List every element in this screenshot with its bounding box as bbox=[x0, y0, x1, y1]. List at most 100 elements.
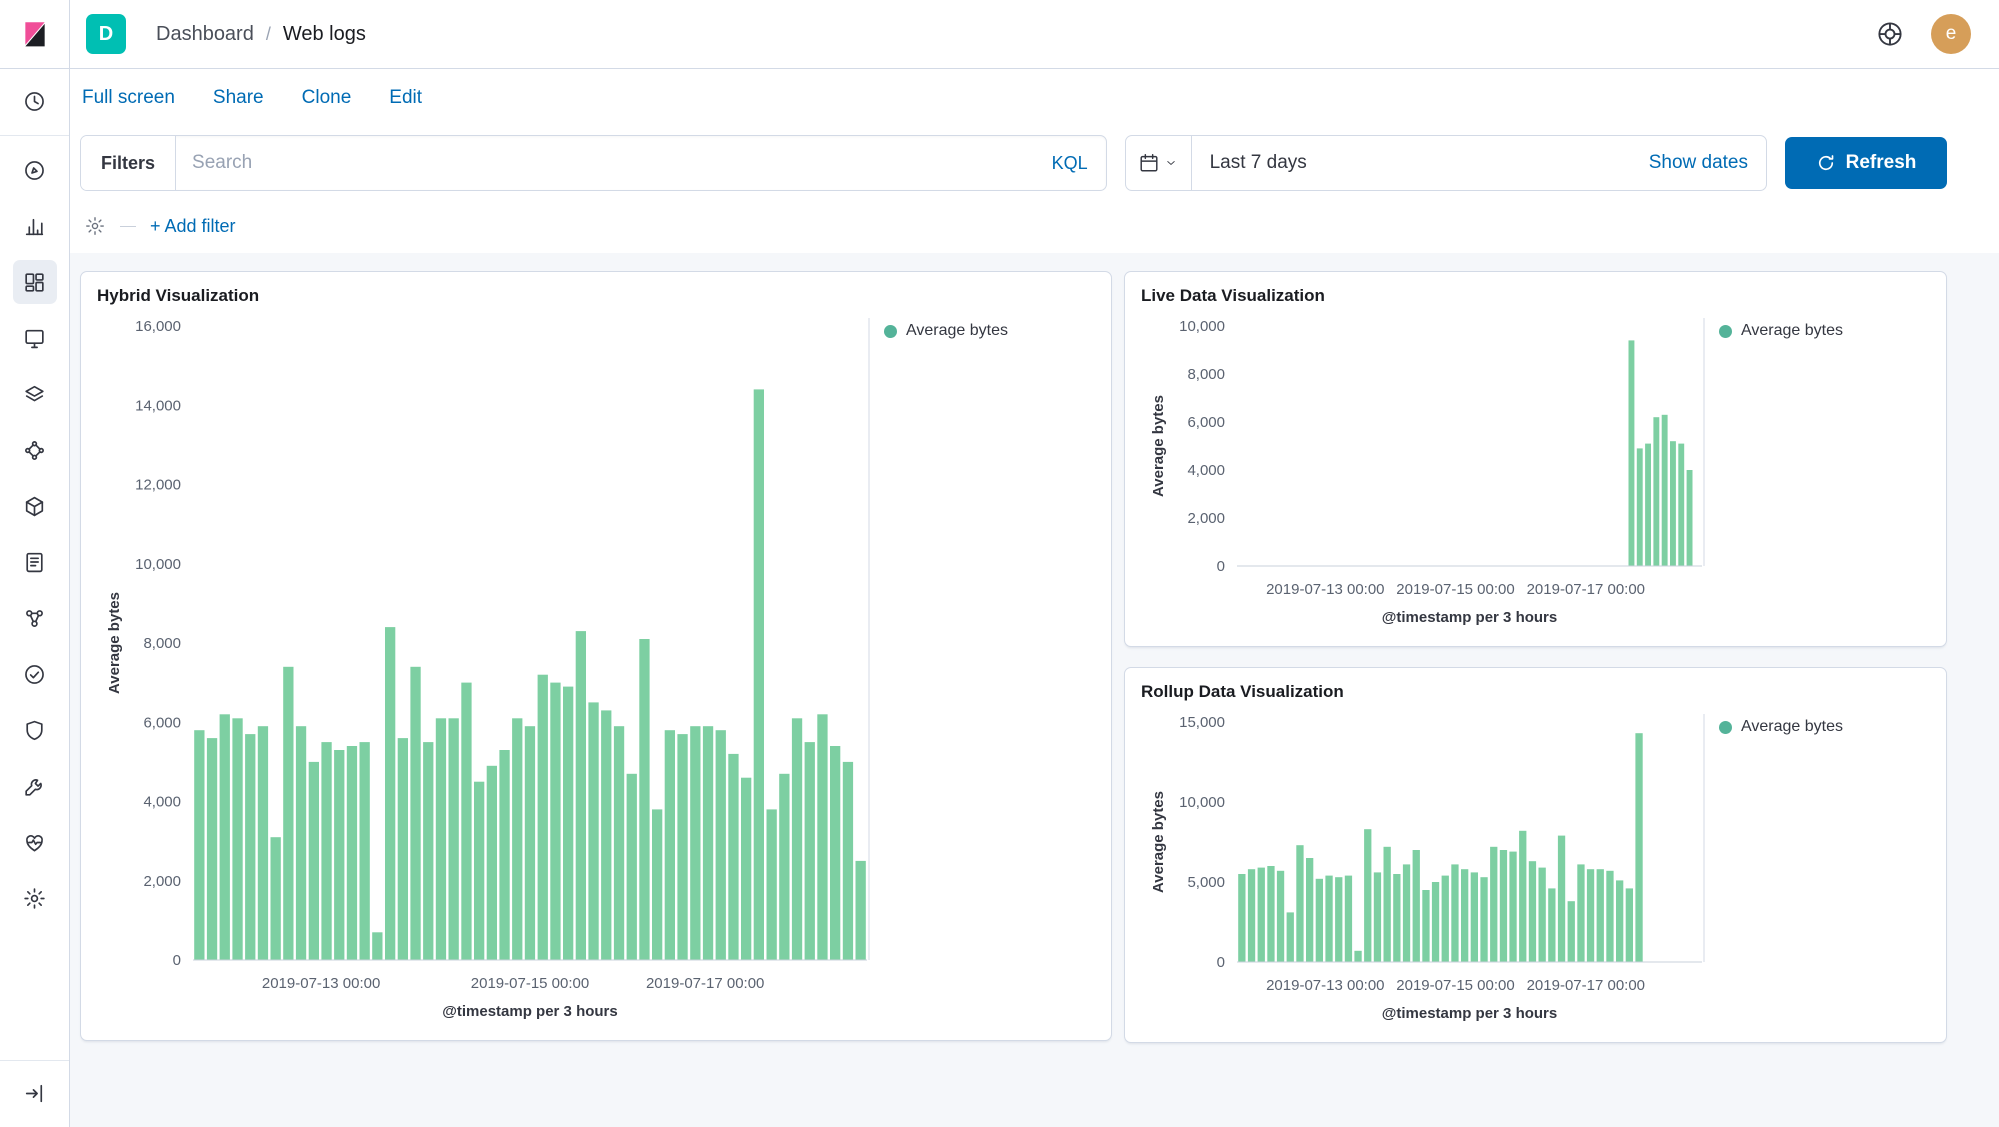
chart-legend[interactable]: Average bytes bbox=[1705, 310, 1930, 632]
svg-text:6,000: 6,000 bbox=[1187, 414, 1225, 431]
sidebar-item-visualize[interactable] bbox=[13, 204, 57, 248]
filter-gear-icon bbox=[84, 215, 106, 237]
add-filter-link[interactable]: + Add filter bbox=[150, 216, 236, 237]
svg-text:2019-07-15 00:00: 2019-07-15 00:00 bbox=[471, 975, 589, 992]
sidebar-item-maps[interactable] bbox=[13, 372, 57, 416]
svg-text:2,000: 2,000 bbox=[143, 873, 181, 890]
panel-title[interactable]: Live Data Visualization bbox=[1141, 286, 1930, 306]
svg-text:8,000: 8,000 bbox=[143, 635, 181, 652]
collapse-menu-button[interactable] bbox=[13, 1071, 57, 1115]
clock-icon bbox=[22, 89, 47, 114]
svg-text:10,000: 10,000 bbox=[1179, 794, 1225, 811]
right-panel-column: Live Data Visualization 02,0004,0006,000… bbox=[1124, 271, 1947, 1043]
kql-button[interactable]: KQL bbox=[1034, 153, 1106, 174]
svg-text:2019-07-15 00:00: 2019-07-15 00:00 bbox=[1396, 977, 1514, 994]
sidebar-item-management[interactable] bbox=[13, 876, 57, 920]
svg-text:5,000: 5,000 bbox=[1187, 874, 1225, 891]
filter-options-button[interactable] bbox=[84, 215, 106, 237]
sidebar-item-monitoring[interactable] bbox=[13, 820, 57, 864]
refresh-icon bbox=[1816, 153, 1836, 173]
edit-link[interactable]: Edit bbox=[389, 87, 422, 109]
sidebar-item-security[interactable] bbox=[13, 708, 57, 752]
svg-text:8,000: 8,000 bbox=[1187, 366, 1225, 383]
help-button[interactable] bbox=[1875, 19, 1905, 49]
time-range-value[interactable]: Last 7 days bbox=[1192, 152, 1307, 174]
clone-link[interactable]: Clone bbox=[302, 87, 352, 109]
check-circle-icon bbox=[22, 662, 47, 687]
space-badge[interactable]: D bbox=[86, 14, 126, 54]
svg-text:2019-07-17 00:00: 2019-07-17 00:00 bbox=[1527, 977, 1645, 994]
legend-dot-icon bbox=[1719, 325, 1732, 338]
compass-icon bbox=[22, 158, 47, 183]
svg-text:2019-07-13 00:00: 2019-07-13 00:00 bbox=[1266, 581, 1384, 598]
filters-button[interactable]: Filters bbox=[81, 136, 176, 190]
legend-dot-icon bbox=[884, 325, 897, 338]
header-actions: e bbox=[1875, 14, 1971, 54]
cube-icon bbox=[22, 494, 47, 519]
svg-text:@timestamp per 3 hours: @timestamp per 3 hours bbox=[1382, 1005, 1558, 1022]
live-data-bar-chart: 02,0004,0006,0008,00010,0002019-07-13 00… bbox=[1141, 310, 1705, 632]
sidebar-item-uptime[interactable] bbox=[13, 652, 57, 696]
svg-text:@timestamp per 3 hours: @timestamp per 3 hours bbox=[442, 1003, 618, 1020]
query-bar: Filters KQL Last 7 days Show dates Refre… bbox=[70, 127, 1999, 199]
sidebar-item-discover[interactable] bbox=[13, 148, 57, 192]
sidebar-item-dev-tools[interactable] bbox=[13, 764, 57, 808]
search-input[interactable] bbox=[176, 152, 1034, 174]
machine-learning-icon bbox=[22, 438, 47, 463]
user-avatar[interactable]: e bbox=[1931, 14, 1971, 54]
breadcrumb: Dashboard / Web logs bbox=[156, 23, 366, 46]
sidebar-item-machine-learning[interactable] bbox=[13, 428, 57, 472]
dashboard-grid: Hybrid Visualization 0 2,000 4,000 6,000 8,0… bbox=[70, 253, 1999, 1127]
calendar-button[interactable] bbox=[1126, 136, 1192, 190]
svg-text:2019-07-17 00:00: 2019-07-17 00:00 bbox=[646, 975, 764, 992]
svg-text:10,000: 10,000 bbox=[1179, 318, 1225, 335]
legend-label: Average bytes bbox=[1741, 322, 1843, 340]
panel-hybrid-visualization: Hybrid Visualization 0 2,000 4,000 6,000 8,0… bbox=[80, 271, 1112, 1041]
panel-title[interactable]: Rollup Data Visualization bbox=[1141, 682, 1930, 702]
sidebar-item-recently-viewed[interactable] bbox=[13, 79, 57, 123]
full-screen-link[interactable]: Full screen bbox=[82, 87, 175, 109]
svg-text:16,000: 16,000 bbox=[135, 318, 181, 335]
refresh-button[interactable]: Refresh bbox=[1785, 137, 1947, 189]
svg-text:Average bytes: Average bytes bbox=[1150, 791, 1167, 893]
kibana-logo[interactable] bbox=[0, 0, 69, 69]
svg-text:0: 0 bbox=[173, 952, 181, 969]
sidebar-item-canvas[interactable] bbox=[13, 316, 57, 360]
gear-icon bbox=[22, 886, 47, 911]
sidebar-item-logs[interactable] bbox=[13, 540, 57, 584]
svg-text:2019-07-13 00:00: 2019-07-13 00:00 bbox=[1266, 977, 1384, 994]
sidebar-item-apm[interactable] bbox=[13, 596, 57, 640]
canvas-icon bbox=[22, 326, 47, 351]
breadcrumb-separator: / bbox=[266, 24, 271, 45]
svg-text:6,000: 6,000 bbox=[143, 714, 181, 731]
breadcrumb-current-page: Web logs bbox=[283, 23, 366, 46]
svg-text:0: 0 bbox=[1217, 954, 1225, 971]
sidebar-item-dashboard[interactable] bbox=[13, 260, 57, 304]
share-link[interactable]: Share bbox=[213, 87, 264, 109]
svg-text:Average bytes: Average bytes bbox=[106, 592, 123, 694]
svg-text:2019-07-17 00:00: 2019-07-17 00:00 bbox=[1527, 581, 1645, 598]
layers-icon bbox=[22, 382, 47, 407]
hybrid-bar-chart: 02,0004,0006,0008,00010,00012,00014,0001… bbox=[97, 310, 870, 1026]
shield-icon bbox=[22, 718, 47, 743]
breadcrumb-dashboard-link[interactable]: Dashboard bbox=[156, 23, 254, 46]
chart-legend[interactable]: Average bytes bbox=[870, 310, 1095, 1026]
show-dates-link[interactable]: Show dates bbox=[1649, 152, 1766, 174]
panel-title[interactable]: Hybrid Visualization bbox=[97, 286, 1095, 306]
svg-text:4,000: 4,000 bbox=[143, 794, 181, 811]
chevron-down-icon bbox=[1164, 156, 1178, 170]
sidebar-item-metrics[interactable] bbox=[13, 484, 57, 528]
date-picker: Last 7 days Show dates bbox=[1125, 135, 1767, 191]
rollup-data-bar-chart: 05,00010,00015,0002019-07-13 00:002019-0… bbox=[1141, 706, 1705, 1028]
filter-separator bbox=[120, 226, 136, 227]
legend-label: Average bytes bbox=[1741, 718, 1843, 736]
legend-dot-icon bbox=[1719, 721, 1732, 734]
bar-chart-icon bbox=[22, 214, 47, 239]
app-sidebar bbox=[0, 0, 70, 1127]
help-icon bbox=[1875, 19, 1905, 49]
chart-legend[interactable]: Average bytes bbox=[1705, 706, 1930, 1028]
refresh-button-label: Refresh bbox=[1846, 152, 1917, 174]
svg-text:0: 0 bbox=[1217, 558, 1225, 575]
calendar-icon bbox=[1138, 152, 1160, 174]
collapse-menu-icon bbox=[22, 1081, 47, 1106]
